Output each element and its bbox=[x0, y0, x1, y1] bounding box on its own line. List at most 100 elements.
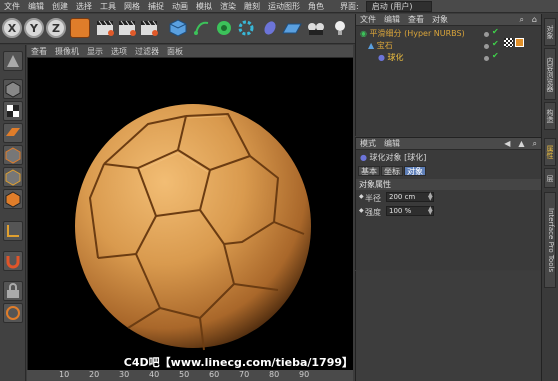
ruler-tick: 10 bbox=[59, 370, 70, 379]
vtab-layers[interactable]: 层 bbox=[544, 168, 556, 188]
tree-item-platonic[interactable]: ▲ 宝石 bbox=[368, 40, 393, 51]
pen-spline-icon[interactable] bbox=[192, 18, 212, 38]
menu-edit[interactable]: 编辑 bbox=[24, 1, 48, 12]
watermark-text: C4D吧【www.linecg.com/tieba/1799】 bbox=[123, 356, 353, 369]
vtab-objects[interactable]: 对象 bbox=[544, 18, 556, 46]
material-tag-icon[interactable] bbox=[515, 38, 524, 47]
menu-mesh[interactable]: 网格 bbox=[120, 1, 144, 12]
deformer-icon[interactable] bbox=[260, 18, 280, 38]
property-radius: ◆ 半径 200 cm ▲ ▼ bbox=[356, 192, 541, 204]
viewport-menu-filter[interactable]: 过滤器 bbox=[131, 46, 163, 57]
search-icon[interactable]: ⌕ bbox=[529, 139, 541, 149]
spherify-icon: ● bbox=[360, 153, 367, 162]
axis-mode-icon[interactable] bbox=[3, 221, 23, 241]
light-icon[interactable] bbox=[330, 18, 350, 38]
viewport-menu-camera[interactable]: 摄像机 bbox=[51, 46, 83, 57]
timeline-ruler[interactable]: 10 20 30 40 50 60 70 80 90 bbox=[27, 370, 353, 381]
ruler-tick: 20 bbox=[89, 370, 100, 379]
polygons-mode-icon[interactable] bbox=[3, 189, 23, 209]
vtab-content-browser[interactable]: 内容浏览器 bbox=[544, 48, 556, 100]
tree-item-label: 宝石 bbox=[376, 41, 393, 50]
tree-item-hypernurbs[interactable]: ◉ 平滑细分 (Hyper NURBS) bbox=[360, 28, 465, 39]
lock-workplane-icon[interactable] bbox=[3, 281, 23, 301]
back-arrow-icon[interactable]: ◀ bbox=[500, 139, 514, 148]
enabled-check-icon[interactable]: ✔ bbox=[492, 39, 499, 48]
layout-label: 界面: bbox=[340, 1, 359, 11]
model-mode-icon[interactable] bbox=[3, 79, 23, 99]
am-menu-mode[interactable]: 模式 bbox=[356, 138, 380, 149]
tab-basic[interactable]: 基本 bbox=[358, 166, 380, 176]
menu-render[interactable]: 渲染 bbox=[216, 1, 240, 12]
strength-field[interactable]: 100 % bbox=[386, 206, 434, 216]
viewport-menu-panel[interactable]: 面板 bbox=[163, 46, 187, 57]
om-menu-view[interactable]: 查看 bbox=[404, 14, 428, 25]
planar-workplane-icon[interactable] bbox=[3, 303, 23, 323]
vtab-interface-pro-tools[interactable]: Interface Pro Tools bbox=[544, 192, 556, 288]
am-menu-edit[interactable]: 编辑 bbox=[380, 138, 404, 149]
om-menu-objects[interactable]: 对象 bbox=[428, 14, 452, 25]
visibility-dot-icon[interactable] bbox=[484, 56, 489, 61]
menu-simulate[interactable]: 模拟 bbox=[192, 1, 216, 12]
viewport-menu-options[interactable]: 选项 bbox=[107, 46, 131, 57]
om-menu-file[interactable]: 文件 bbox=[356, 14, 380, 25]
workplane-icon[interactable] bbox=[3, 123, 23, 143]
visibility-dot-icon[interactable] bbox=[484, 44, 489, 49]
animate-dot-icon[interactable]: ◆ bbox=[359, 193, 364, 200]
spherify-icon: ● bbox=[378, 53, 385, 62]
home-icon[interactable]: ⌂ bbox=[528, 15, 541, 24]
ruler-tick: 70 bbox=[239, 370, 250, 379]
up-arrow-icon[interactable]: ▲ bbox=[514, 139, 528, 148]
left-toolbar bbox=[0, 45, 26, 381]
menu-character[interactable]: 角色 bbox=[304, 1, 328, 12]
texture-tag-icon[interactable] bbox=[504, 38, 513, 47]
subdivision-surface-icon[interactable] bbox=[214, 18, 234, 38]
cube-icon[interactable] bbox=[168, 18, 188, 38]
axis-z-button[interactable]: Z bbox=[46, 18, 66, 38]
attribute-object-title: 球化对象 [球化] bbox=[369, 153, 427, 162]
floor-icon[interactable] bbox=[282, 18, 302, 38]
menu-mograph[interactable]: 运动图形 bbox=[264, 1, 304, 12]
make-editable-icon[interactable] bbox=[3, 51, 23, 71]
spinner-icon[interactable]: ▲ ▼ bbox=[428, 192, 433, 202]
search-icon[interactable]: ⌕ bbox=[515, 15, 527, 25]
coordinate-system-icon[interactable] bbox=[70, 18, 90, 38]
vtab-attributes[interactable]: 属性 bbox=[544, 138, 556, 166]
render-picture-viewer-icon[interactable] bbox=[118, 18, 138, 38]
menu-file[interactable]: 文件 bbox=[0, 1, 24, 12]
spinner-icon[interactable]: ▲ ▼ bbox=[428, 206, 433, 216]
camera-icon[interactable] bbox=[306, 18, 326, 38]
tree-item-spherify[interactable]: ● 球化 bbox=[378, 52, 404, 63]
vtab-structure[interactable]: 构造 bbox=[544, 102, 556, 130]
menu-snap[interactable]: 捕捉 bbox=[144, 1, 168, 12]
menu-tools[interactable]: 工具 bbox=[96, 1, 120, 12]
points-mode-icon[interactable] bbox=[3, 145, 23, 165]
magnet-icon[interactable] bbox=[3, 251, 23, 271]
property-label: 强度 bbox=[365, 208, 381, 217]
object-manager: 文件 编辑 查看 对象 ⌕ ⌂ ◉ 平滑细分 (Hyper NURBS) ✔ ▲… bbox=[355, 14, 541, 136]
edges-mode-icon[interactable] bbox=[3, 167, 23, 187]
ruler-tick: 60 bbox=[209, 370, 220, 379]
layout-dropdown[interactable]: 启动 (用户) bbox=[365, 0, 432, 12]
animate-dot-icon[interactable]: ◆ bbox=[359, 207, 364, 214]
axis-x-button[interactable]: X bbox=[2, 18, 22, 38]
axis-y-button[interactable]: Y bbox=[24, 18, 44, 38]
enabled-check-icon[interactable]: ✔ bbox=[492, 51, 499, 60]
viewport-menu-display[interactable]: 显示 bbox=[83, 46, 107, 57]
render-settings-icon[interactable] bbox=[140, 18, 160, 38]
menu-create[interactable]: 创建 bbox=[48, 1, 72, 12]
radius-field[interactable]: 200 cm bbox=[386, 192, 434, 202]
viewport[interactable]: C4D吧【www.linecg.com/tieba/1799】 bbox=[27, 58, 353, 370]
tab-object[interactable]: 对象 bbox=[404, 166, 426, 176]
menu-sculpt[interactable]: 雕刻 bbox=[240, 1, 264, 12]
visibility-dot-icon[interactable] bbox=[484, 32, 489, 37]
tab-coordinates[interactable]: 坐标 bbox=[381, 166, 403, 176]
render-view-icon[interactable] bbox=[96, 18, 116, 38]
viewport-menu-view[interactable]: 查看 bbox=[27, 46, 51, 57]
enabled-check-icon[interactable]: ✔ bbox=[492, 27, 499, 36]
menu-select[interactable]: 选择 bbox=[72, 1, 96, 12]
attribute-tabs: 基本 坐标 对象 bbox=[358, 166, 541, 176]
menu-animate[interactable]: 动画 bbox=[168, 1, 192, 12]
om-menu-edit[interactable]: 编辑 bbox=[380, 14, 404, 25]
array-icon[interactable] bbox=[236, 18, 256, 38]
texture-mode-icon[interactable] bbox=[3, 101, 23, 121]
